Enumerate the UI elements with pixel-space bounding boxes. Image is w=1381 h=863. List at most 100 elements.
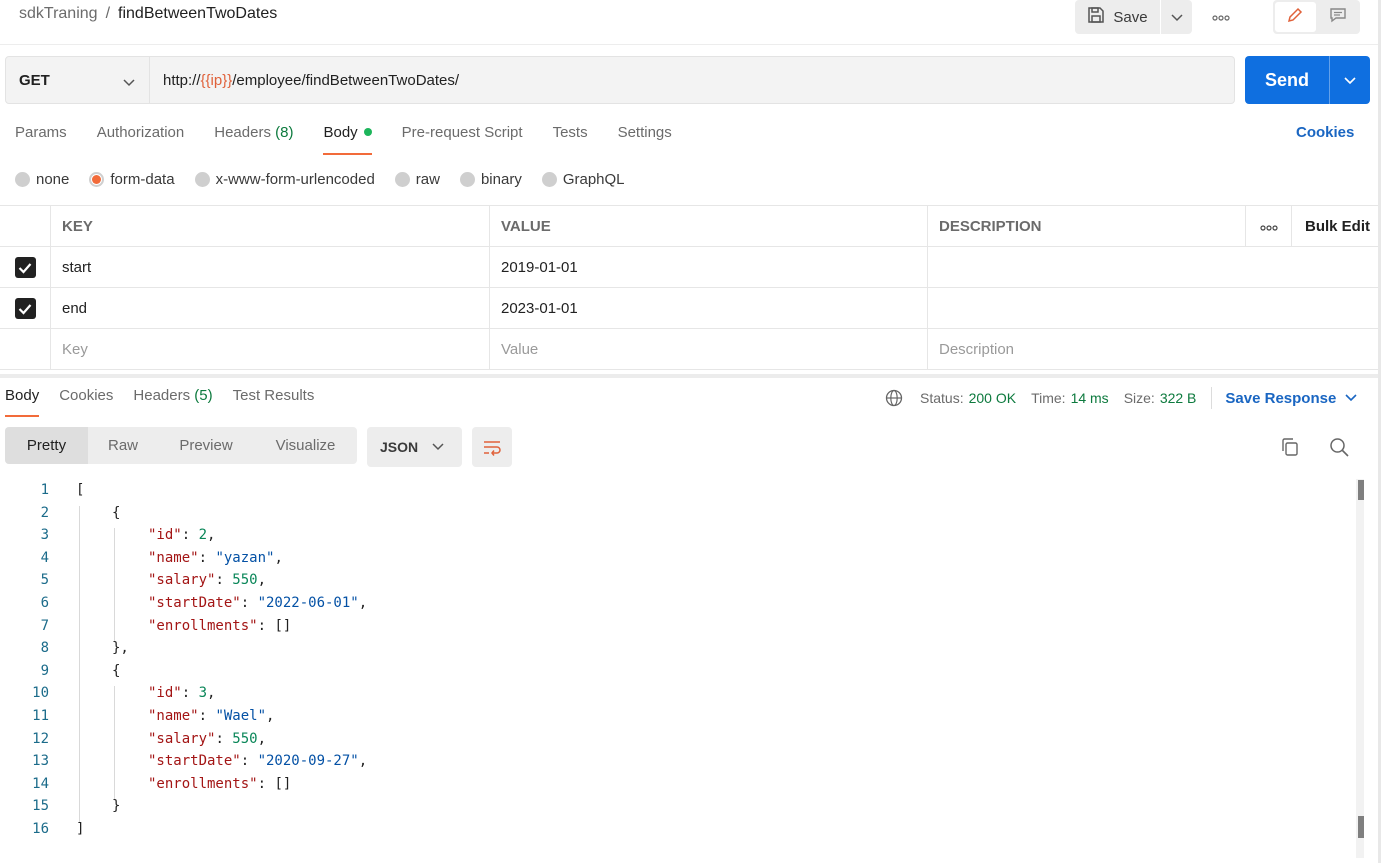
request-tabs: Params Authorization Headers (8) Body Pr… — [15, 124, 702, 155]
save-group: Save — [1075, 0, 1192, 34]
tab-tests[interactable]: Tests — [553, 124, 588, 155]
response-tab-body[interactable]: Body — [5, 387, 40, 417]
headers-count: (8) — [275, 124, 294, 141]
status-value[interactable]: 200 OK — [969, 390, 1016, 406]
tab-settings[interactable]: Settings — [618, 124, 672, 155]
url-input[interactable]: http://{{ip}}/employee/findBetweenTwoDat… — [150, 56, 1235, 104]
tab-headers[interactable]: Headers (8) — [214, 124, 293, 155]
search-icon[interactable] — [1328, 436, 1350, 462]
globe-icon[interactable] — [885, 389, 903, 407]
radio-circle — [459, 172, 475, 187]
scrollbar-thumb-top[interactable] — [1358, 480, 1364, 500]
line-number: 13 — [32, 753, 49, 770]
more-actions-button[interactable] — [1205, 6, 1237, 26]
response-tab-test-results[interactable]: Test Results — [233, 387, 315, 417]
row-value-cell[interactable]: 2023-01-01 — [489, 288, 927, 329]
send-options-button[interactable] — [1330, 56, 1370, 104]
cookies-link[interactable]: Cookies — [1296, 124, 1354, 141]
method-select[interactable]: GET — [5, 56, 150, 104]
save-icon — [1087, 6, 1105, 28]
tab-authorization[interactable]: Authorization — [97, 124, 185, 155]
new-description-input[interactable]: Description — [927, 329, 1381, 370]
send-button[interactable]: Send — [1245, 56, 1329, 104]
response-format-select[interactable]: JSON — [367, 427, 462, 467]
response-scrollbar[interactable] — [1356, 479, 1364, 858]
response-body-viewer[interactable]: 1[2{3 "id": 2, 4 "name": "yazan", 5 "salary":… — [0, 479, 1360, 863]
send-button-group: Send — [1245, 56, 1370, 104]
scrollbar-thumb-bottom[interactable] — [1358, 816, 1364, 838]
response-tab-cookies[interactable]: Cookies — [59, 387, 113, 417]
comments-button[interactable] — [1318, 2, 1359, 32]
chevron-down-icon — [1344, 72, 1356, 89]
pencil-icon — [1286, 6, 1304, 28]
code-line: 2{ — [0, 502, 1340, 524]
edit-mode-button[interactable] — [1275, 2, 1316, 32]
response-pane-divider[interactable] — [0, 374, 1381, 378]
header-checkbox-column — [0, 206, 50, 247]
row-enabled-checkbox[interactable] — [14, 298, 36, 319]
tab-body[interactable]: Body — [323, 124, 372, 155]
view-preview-button[interactable]: Preview — [158, 427, 254, 464]
code-text: ] — [76, 821, 85, 837]
line-number: 2 — [40, 504, 49, 521]
code-line: 8}, — [0, 637, 1340, 659]
chevron-down-icon — [1345, 394, 1357, 402]
breadcrumb-request-name[interactable]: findBetweenTwoDates — [118, 5, 277, 23]
code-line: 11 "name": "Wael", — [0, 705, 1340, 727]
radio-none[interactable]: none — [15, 171, 69, 188]
tab-settings-label: Settings — [617, 124, 672, 141]
tab-prerequest-label: Pre-request Script — [401, 124, 523, 141]
method-value: GET — [19, 71, 50, 89]
view-visualize-button[interactable]: Visualize — [254, 427, 357, 464]
radio-graphql[interactable]: GraphQL — [541, 171, 625, 188]
line-number: 6 — [40, 595, 49, 611]
line-number: 10 — [32, 685, 49, 702]
save-response-button[interactable]: Save Response — [1225, 390, 1357, 407]
copy-icon[interactable] — [1279, 436, 1301, 462]
comment-icon — [1329, 6, 1347, 28]
url-path: /employee/findBetweenTwoDates/ — [232, 71, 460, 89]
new-value-input[interactable]: Value — [489, 329, 927, 370]
radio-binary-label: binary — [480, 171, 522, 188]
line-number: 9 — [40, 662, 49, 679]
code-line: 3 "id": 2, — [0, 524, 1340, 546]
tab-prerequest-script[interactable]: Pre-request Script — [402, 124, 523, 155]
table-options-button[interactable] — [1245, 206, 1291, 247]
radio-raw[interactable]: raw — [394, 171, 440, 188]
radio-binary[interactable]: binary — [459, 171, 522, 188]
time-label: Time: — [1031, 390, 1066, 406]
chevron-down-icon — [432, 443, 444, 451]
more-horizontal-icon — [1212, 8, 1230, 25]
view-raw-button[interactable]: Raw — [88, 427, 158, 464]
bulk-edit-button[interactable]: Bulk Edit — [1291, 206, 1381, 247]
view-pretty-button[interactable]: Pretty — [5, 427, 88, 464]
row-key-cell[interactable]: start — [50, 247, 489, 288]
radio-urlencoded[interactable]: x-www-form-urlencoded — [194, 171, 375, 188]
word-wrap-button[interactable] — [472, 427, 512, 467]
tab-params[interactable]: Params — [15, 124, 67, 155]
response-tabs: Body Cookies Headers (5) Test Results — [5, 387, 334, 417]
code-text: { — [112, 504, 121, 521]
save-options-button[interactable] — [1161, 0, 1192, 34]
radio-graphql-label: GraphQL — [562, 171, 625, 188]
line-number: 14 — [32, 775, 49, 792]
size-value[interactable]: 322 B — [1160, 390, 1197, 406]
time-value[interactable]: 14 ms — [1071, 390, 1109, 406]
response-tab-headers[interactable]: Headers (5) — [133, 387, 212, 417]
column-header-value: VALUE — [489, 206, 927, 247]
row-description-cell[interactable] — [927, 288, 1381, 329]
code-line: 16] — [0, 818, 1340, 840]
row-enabled-checkbox[interactable] — [14, 257, 36, 278]
save-button[interactable]: Save — [1075, 0, 1160, 34]
radio-form-data[interactable]: form-data — [89, 171, 175, 188]
indent-guide — [114, 528, 115, 642]
indent-guide — [79, 505, 80, 822]
breadcrumb-collection[interactable]: sdkTraning — [19, 5, 98, 23]
code-line: 13 "startDate": "2020-09-27", — [0, 750, 1340, 772]
status-divider — [1211, 387, 1213, 409]
row-key-cell[interactable]: end — [50, 288, 489, 329]
row-value-cell[interactable]: 2019-01-01 — [489, 247, 927, 288]
new-key-input[interactable]: Key — [50, 329, 489, 370]
code-line: 7 "enrollments": [] — [0, 615, 1340, 637]
row-description-cell[interactable] — [927, 247, 1381, 288]
